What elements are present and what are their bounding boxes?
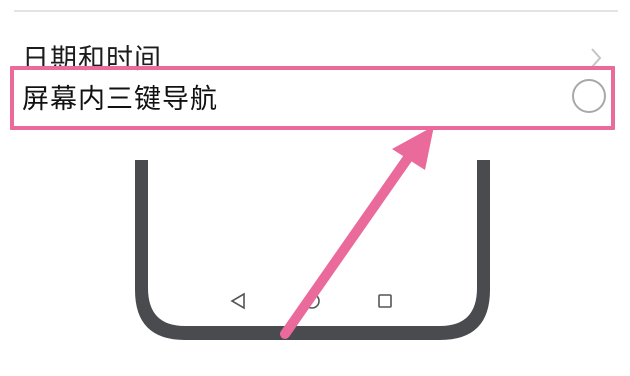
- arrow-shaft: [280, 150, 415, 339]
- pointer-arrow: [280, 126, 434, 339]
